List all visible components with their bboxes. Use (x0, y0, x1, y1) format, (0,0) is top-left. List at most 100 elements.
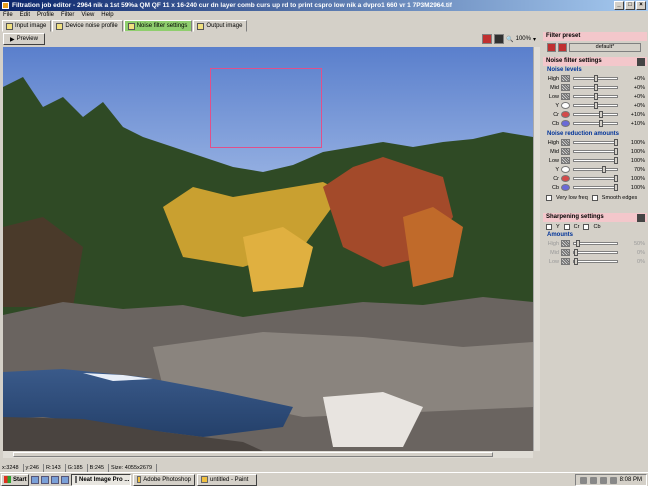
high-freq-icon (561, 139, 570, 146)
reset-sharpening-icon[interactable] (637, 214, 645, 222)
noise-level-y-slider[interactable] (573, 102, 618, 109)
preview-selection-rectangle[interactable] (210, 68, 322, 148)
minimize-button[interactable]: _ (614, 1, 624, 10)
load-preset-icon[interactable] (547, 42, 556, 52)
noise-filter-section: Noise filter settings Noise levels High +… (543, 57, 647, 202)
slider-knob[interactable] (614, 175, 618, 182)
reduction-y-row: Y 70% (555, 166, 645, 173)
sharpen-high-slider[interactable] (573, 240, 618, 247)
neat-image-icon (75, 476, 77, 483)
noise-level-mid-slider[interactable] (573, 84, 618, 91)
slider-knob[interactable] (599, 111, 603, 118)
reduction-y-slider[interactable] (573, 166, 618, 173)
slider-knob[interactable] (574, 258, 578, 265)
sharpening-section: Sharpening settings Y Cr Cb Amounts High… (543, 213, 647, 266)
preview-toolbar: ▶ Preview 🔍 100% ▾ (0, 32, 538, 46)
vertical-scrollbar[interactable] (533, 47, 540, 451)
reduction-cr-slider[interactable] (573, 175, 618, 182)
sharpen-low-slider[interactable] (573, 258, 618, 265)
status-bar: x:3248 y:246 R:143 G:185 B:245 Size: 405… (0, 464, 648, 472)
low-freq-icon (561, 157, 570, 164)
menu-help[interactable]: Help (98, 11, 117, 20)
image-preview[interactable] (3, 47, 533, 451)
task-paint[interactable]: untitled - Paint (197, 473, 257, 486)
zoom-level[interactable]: 100% (516, 36, 531, 42)
tray-network-icon[interactable] (579, 476, 587, 484)
quicklaunch-mail-icon[interactable] (51, 475, 59, 484)
slider-knob[interactable] (614, 148, 618, 155)
color-picker-icon[interactable] (482, 34, 493, 44)
slider-knob[interactable] (576, 240, 580, 247)
sharpen-cb-checkbox[interactable] (583, 223, 590, 230)
status-size: Size: 4055x2679 (109, 464, 158, 472)
tab-noise-filter-settings[interactable]: Noise filter settings (123, 20, 193, 32)
reduction-low-row: Low 100% (548, 157, 645, 164)
very-low-freq-checkbox[interactable] (546, 194, 552, 201)
tray-app-icon[interactable] (599, 476, 607, 484)
menu-filter[interactable]: Filter (58, 11, 78, 20)
tab-device-noise-profile[interactable]: Device noise profile (52, 20, 123, 32)
noise-level-cr-slider[interactable] (573, 111, 618, 118)
close-button[interactable]: × (636, 1, 646, 10)
save-preset-icon[interactable] (558, 42, 567, 52)
preview-button[interactable]: ▶ Preview (3, 33, 45, 45)
slider-knob[interactable] (594, 93, 598, 100)
slider-knob[interactable] (614, 184, 618, 191)
menu-view[interactable]: View (78, 11, 98, 20)
preset-select[interactable]: default* (569, 42, 641, 52)
reduction-mid-slider[interactable] (573, 148, 618, 155)
zoom-dropdown-icon[interactable]: ▾ (533, 36, 536, 43)
start-button[interactable]: Start (1, 473, 29, 486)
paint-icon (201, 476, 208, 483)
cr-channel-icon (561, 111, 570, 118)
slider-knob[interactable] (614, 157, 618, 164)
reset-noise-icon[interactable] (637, 58, 645, 66)
smooth-edges-checkbox[interactable] (591, 194, 598, 201)
tray-security-icon[interactable] (609, 476, 617, 484)
cr-channel-icon (561, 175, 570, 182)
menu-file[interactable]: File (0, 11, 17, 20)
tab-output-image[interactable]: Output image (193, 20, 248, 32)
noise-level-cb-slider[interactable] (573, 120, 618, 127)
sharpen-mid-row: Mid 0% (550, 249, 645, 256)
slider-knob[interactable] (594, 84, 598, 91)
compare-icon[interactable] (494, 34, 505, 44)
maximize-button[interactable]: □ (625, 1, 635, 10)
quicklaunch-media-icon[interactable] (61, 475, 69, 484)
noise-level-low-slider[interactable] (573, 93, 618, 100)
task-photoshop[interactable]: Adobe Photoshop (133, 473, 195, 486)
zoom-icon[interactable]: 🔍 (506, 36, 513, 43)
status-y: y:246 (24, 464, 44, 472)
high-freq-icon (561, 75, 570, 82)
reduction-low-slider[interactable] (573, 157, 618, 164)
tray-volume-icon[interactable] (589, 476, 597, 484)
noise-profile-icon (56, 22, 64, 30)
slider-knob[interactable] (574, 249, 578, 256)
sharpen-cr-checkbox[interactable] (563, 223, 570, 230)
quicklaunch-desktop-icon[interactable] (31, 475, 39, 484)
workflow-tabs: Input image Device noise profile Noise f… (0, 20, 248, 32)
slider-knob[interactable] (614, 139, 618, 146)
horizontal-scrollbar[interactable] (3, 451, 533, 458)
slider-knob[interactable] (599, 120, 603, 127)
slider-knob[interactable] (594, 102, 598, 109)
slider-knob[interactable] (602, 166, 606, 173)
reduction-cb-slider[interactable] (573, 184, 618, 191)
menu-edit[interactable]: Edit (17, 11, 34, 20)
clock[interactable]: 8:08 PM (620, 477, 642, 483)
noise-level-high-slider[interactable] (573, 75, 618, 82)
window-title-bar: Filtration job editor - 2964 nik a 1st 5… (0, 0, 648, 11)
reduction-high-slider[interactable] (573, 139, 618, 146)
noise-filter-header: Noise filter settings (543, 57, 647, 66)
sharpen-mid-slider[interactable] (573, 249, 618, 256)
smooth-edges-label: Smooth edges (601, 194, 638, 201)
taskbar: Start Neat Image Pro ... Adobe Photoshop… (0, 472, 648, 486)
quicklaunch-browser-icon[interactable] (41, 475, 49, 484)
menu-profile[interactable]: Profile (34, 11, 58, 20)
sharpen-y-checkbox[interactable] (546, 223, 552, 230)
tab-input-image[interactable]: Input image (2, 20, 52, 32)
slider-knob[interactable] (594, 75, 598, 82)
task-neat-image[interactable]: Neat Image Pro ... (71, 473, 131, 486)
horizontal-scroll-thumb[interactable] (13, 452, 493, 457)
high-freq-icon (561, 240, 570, 247)
